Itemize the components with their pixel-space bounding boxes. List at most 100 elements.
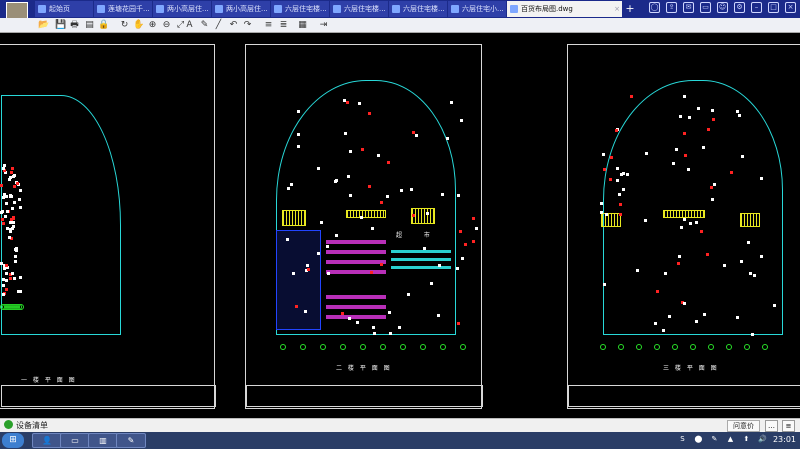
fixture-marker <box>600 202 603 206</box>
fixture-marker <box>1 210 5 214</box>
grid-axis-marker <box>690 344 696 350</box>
tray-icon[interactable]: 🔊 <box>757 434 768 445</box>
feedback-button[interactable]: 问意价 <box>727 420 760 432</box>
windows-taskbar: ⊞ 👤 ▭ ▥ ✎ S ⬤ ✎ ▲ ⬆ 🔊 23:01 <box>0 432 800 449</box>
tray-icon[interactable]: ✎ <box>709 434 720 445</box>
fixture-marker <box>344 132 348 136</box>
share-icon[interactable]: ⇪ <box>666 2 677 13</box>
tray-icon[interactable]: ⬤ <box>693 434 704 445</box>
dwg-file-icon <box>156 5 164 13</box>
fixture-marker <box>290 182 294 186</box>
tab-document[interactable]: 两小高层住... <box>153 1 211 17</box>
layer-off-icon[interactable]: ≣ <box>278 20 289 31</box>
clock[interactable]: 23:01 <box>773 435 796 444</box>
fixture-marker <box>653 321 657 325</box>
fixture-marker <box>9 217 13 221</box>
dwg-file-icon <box>510 5 518 13</box>
fixture-marker <box>412 213 416 217</box>
fixture-marker <box>18 275 22 279</box>
fixture-marker <box>697 106 701 110</box>
pan-icon[interactable]: ✋ <box>133 20 144 31</box>
fixture-marker <box>686 168 690 172</box>
window-controls: ◯ ⇪ ✉ ▭ ☺ ⚙ – □ × <box>649 2 796 13</box>
fixture-marker <box>1 166 5 170</box>
monitor-icon[interactable]: ▭ <box>60 433 90 448</box>
fixture-marker <box>702 145 706 149</box>
zoom-out-icon[interactable]: ⊖ <box>161 20 172 31</box>
fixture-marker <box>367 184 371 188</box>
fixture-marker <box>461 256 465 260</box>
measure-icon[interactable]: ▦ <box>297 20 308 31</box>
storage-area <box>276 230 321 330</box>
export-icon[interactable]: ⇥ <box>318 20 329 31</box>
fixture-marker <box>430 281 434 285</box>
text-icon[interactable]: A <box>184 20 195 31</box>
explorer-icon[interactable]: 👤 <box>32 433 62 448</box>
rotate-icon[interactable]: ↻ <box>119 20 130 31</box>
fixture-marker <box>472 240 476 244</box>
pen-icon[interactable]: ✎ <box>199 20 210 31</box>
floor-label: 二 楼 平 面 图 <box>336 365 392 372</box>
tab-document[interactable]: 莲塘花园千... <box>94 1 152 17</box>
fixture-marker <box>671 162 675 166</box>
tab-document[interactable]: 六层住宅楼... <box>330 1 388 17</box>
fixture-marker <box>656 290 660 294</box>
grid-axis-marker <box>708 344 714 350</box>
lock-icon[interactable]: 🔒 <box>98 20 109 31</box>
print-preview-icon[interactable]: ▤ <box>84 20 95 31</box>
line-icon[interactable]: ╱ <box>213 20 224 31</box>
books-icon[interactable]: ▥ <box>88 433 118 448</box>
minimize-icon[interactable]: – <box>751 2 762 13</box>
fixture-marker <box>346 174 350 178</box>
chat-icon[interactable]: … <box>765 420 778 432</box>
equipment-list-button[interactable]: 设备清单 <box>4 420 48 431</box>
print-icon[interactable]: 🖶 <box>69 20 80 31</box>
tray-icon[interactable]: S <box>677 434 688 445</box>
fixture-marker <box>341 311 345 315</box>
tab-document[interactable]: 六层住宅楼... <box>271 1 329 17</box>
user-icon[interactable]: ◯ <box>649 2 660 13</box>
fixture-marker <box>622 187 626 191</box>
fixture-marker <box>707 128 711 132</box>
close-icon[interactable]: × <box>785 2 796 13</box>
tab-document[interactable]: 两小高层住... <box>212 1 270 17</box>
new-tab-button[interactable]: + <box>623 2 637 16</box>
fixture-marker <box>326 271 330 275</box>
grid-axis-marker <box>744 344 750 350</box>
tray-icon[interactable]: ⬆ <box>741 434 752 445</box>
tab-start-page[interactable]: 起始页 <box>35 1 93 17</box>
grid-axis-marker <box>360 344 366 350</box>
escalator <box>346 210 386 218</box>
tab-document[interactable]: 六层住宅楼... <box>389 1 447 17</box>
fixture-marker <box>748 272 752 276</box>
gear-icon[interactable]: ⚙ <box>734 2 745 13</box>
toolbar: 📂 💾 🖶 ▤ 🔒 ↻ ✋ ⊕ ⊖ ⤢ A ✎ ╱ ↶ ↷ ≡ ≣ ▦ ⇥ <box>0 18 800 33</box>
cad-icon[interactable]: ✎ <box>116 433 146 448</box>
maximize-icon[interactable]: □ <box>768 2 779 13</box>
title-block <box>246 385 483 407</box>
menu-icon[interactable]: ≡ <box>782 420 795 432</box>
title-block <box>1 385 216 407</box>
tab-active-document[interactable]: 百货布局图.dwg × <box>507 1 622 17</box>
feedback-icon[interactable]: ☺ <box>717 2 728 13</box>
fixture-marker <box>616 178 620 182</box>
start-button[interactable]: ⊞ <box>2 433 24 448</box>
fixture-marker <box>618 202 622 206</box>
fixture-marker <box>349 149 352 153</box>
floor-label: 三 楼 平 面 图 <box>663 365 719 372</box>
zoom-in-icon[interactable]: ⊕ <box>147 20 158 31</box>
screen-icon[interactable]: ▭ <box>700 2 711 13</box>
close-tab-icon[interactable]: × <box>614 1 620 17</box>
mail-icon[interactable]: ✉ <box>683 2 694 13</box>
fixture-marker <box>346 100 350 104</box>
fixture-marker <box>677 254 681 258</box>
layer-icon[interactable]: ≡ <box>263 20 274 31</box>
tray-icon[interactable]: ▲ <box>725 434 736 445</box>
fixture-marker <box>8 228 12 232</box>
open-icon[interactable]: 📂 <box>38 20 49 31</box>
redo-icon[interactable]: ↷ <box>242 20 253 31</box>
drawing-canvas[interactable]: 一 楼 平 面 图 超 市 二 楼 平 面 图 三 楼 平 面 图 <box>0 34 800 432</box>
tab-document[interactable]: 六层住宅小... <box>448 1 506 17</box>
undo-icon[interactable]: ↶ <box>228 20 239 31</box>
save-icon[interactable]: 💾 <box>55 20 66 31</box>
